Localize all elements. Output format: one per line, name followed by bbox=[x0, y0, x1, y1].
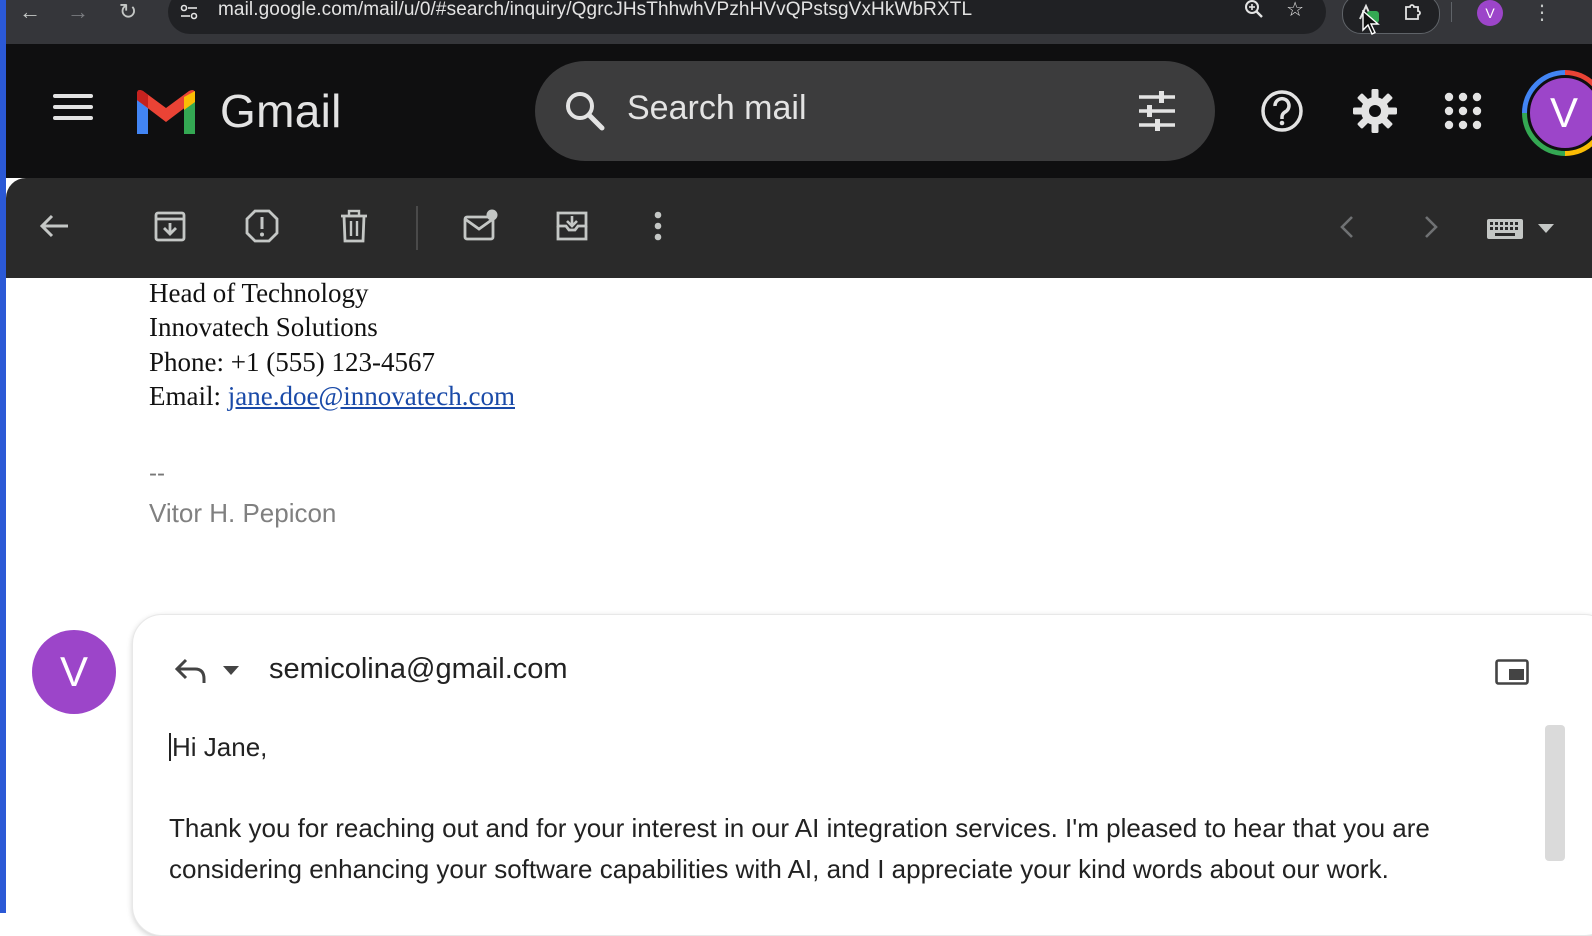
reload-icon[interactable]: ↻ bbox=[114, 0, 142, 30]
report-spam-icon[interactable] bbox=[244, 208, 280, 244]
reply-recipient[interactable]: semicolina@gmail.com bbox=[269, 653, 568, 686]
settings-gear-icon[interactable] bbox=[1352, 88, 1398, 134]
mouse-cursor-icon bbox=[1362, 10, 1380, 35]
help-icon[interactable] bbox=[1259, 88, 1305, 134]
older-message-icon[interactable] bbox=[1416, 212, 1444, 242]
url-text[interactable]: mail.google.com/mail/u/0/#search/inquiry… bbox=[218, 0, 972, 21]
delete-trash-icon[interactable] bbox=[336, 208, 372, 244]
signature-phone: Phone: +1 (555) 123-4567 bbox=[149, 346, 435, 377]
sender-signature-name: Vitor H. Pepicon bbox=[149, 498, 337, 528]
account-avatar-initial: V bbox=[1527, 75, 1592, 151]
apps-grid-icon[interactable] bbox=[1440, 88, 1486, 134]
search-icon[interactable] bbox=[563, 89, 607, 133]
reply-type-dropdown-icon[interactable] bbox=[223, 666, 239, 675]
search-bar[interactable]: Search mail bbox=[535, 61, 1215, 161]
move-to-icon[interactable] bbox=[554, 208, 590, 244]
pop-out-reply-icon[interactable] bbox=[1495, 659, 1529, 685]
gmail-header: Gmail Search mail V bbox=[0, 44, 1592, 178]
toolbar-divider bbox=[1451, 2, 1452, 22]
extensions-area bbox=[1342, 0, 1440, 34]
window-edge bbox=[0, 0, 6, 913]
site-settings-icon[interactable] bbox=[180, 4, 198, 20]
signature-email-prefix: Email: bbox=[149, 380, 228, 411]
address-bar[interactable]: mail.google.com/mail/u/0/#search/inquiry… bbox=[168, 0, 1326, 34]
account-avatar[interactable]: V bbox=[1522, 70, 1592, 156]
reply-body-editor[interactable]: Hi Jane, Thank you for reaching out and … bbox=[169, 727, 1519, 889]
browser-menu-icon[interactable]: ⋮ bbox=[1532, 0, 1552, 25]
reply-type-icon[interactable] bbox=[173, 655, 207, 685]
toolbar-separator bbox=[416, 206, 418, 250]
back-icon[interactable]: ← bbox=[16, 0, 44, 30]
reply-sender-avatar: V bbox=[32, 630, 116, 714]
search-options-icon[interactable] bbox=[1135, 89, 1179, 133]
reply-paragraph: Thank you for reaching out and for your … bbox=[169, 813, 1430, 884]
reply-composer: semicolina@gmail.com Hi Jane, Thank you … bbox=[132, 614, 1592, 936]
mark-unread-icon[interactable] bbox=[462, 208, 498, 244]
quoted-signature: Head of Technology Innovatech Solutions … bbox=[149, 276, 515, 413]
bookmark-star-icon[interactable]: ☆ bbox=[1286, 0, 1304, 22]
main-menu-icon[interactable] bbox=[53, 94, 93, 126]
archive-icon[interactable] bbox=[152, 208, 188, 244]
input-tools-dropdown-icon[interactable] bbox=[1538, 224, 1554, 233]
browser-toolbar: ← → ↻ mail.google.com/mail/u/0/#search/i… bbox=[0, 0, 1592, 44]
search-input[interactable]: Search mail bbox=[627, 89, 807, 128]
zoom-icon[interactable] bbox=[1244, 0, 1264, 19]
more-options-icon[interactable] bbox=[640, 208, 676, 244]
signature-separator: -- bbox=[149, 460, 165, 487]
signature-email-link[interactable]: jane.doe@innovatech.com bbox=[228, 381, 515, 411]
signature-company: Innovatech Solutions bbox=[149, 312, 378, 343]
signature-role: Head of Technology bbox=[149, 278, 369, 308]
back-to-list-icon[interactable] bbox=[36, 208, 72, 244]
gmail-logo-icon[interactable] bbox=[133, 88, 199, 136]
reply-greeting: Hi Jane, bbox=[172, 732, 268, 762]
browser-profile-avatar[interactable]: V bbox=[1477, 0, 1503, 26]
input-tools-keyboard-icon[interactable] bbox=[1486, 218, 1524, 240]
reply-scrollbar[interactable] bbox=[1545, 725, 1565, 861]
signature-email-line: Email: jane.doe@innovatech.com bbox=[149, 379, 515, 413]
puzzle-icon[interactable] bbox=[1403, 1, 1423, 21]
forward-icon[interactable]: → bbox=[64, 0, 92, 30]
text-cursor bbox=[169, 733, 171, 761]
newer-message-icon[interactable] bbox=[1334, 212, 1362, 242]
message-toolbar bbox=[6, 178, 1592, 278]
gmail-wordmark[interactable]: Gmail bbox=[220, 84, 342, 138]
